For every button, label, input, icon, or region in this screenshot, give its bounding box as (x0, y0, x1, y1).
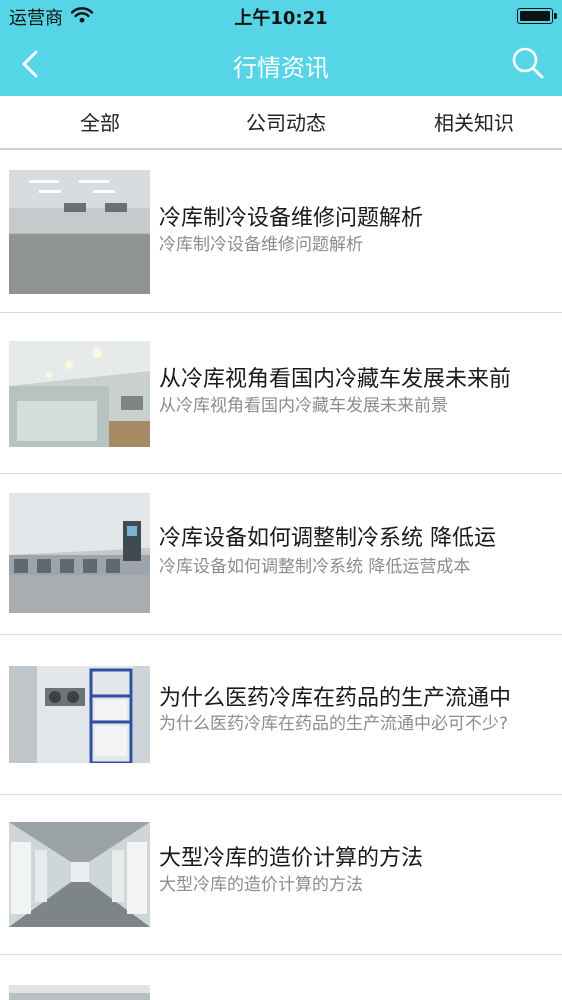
article-summary: 冷库制冷设备维修问题解析 (159, 235, 363, 255)
article-title: 冷库设备如何调整制冷系统 降低运 (159, 526, 496, 551)
page-title: 行情资讯 (233, 54, 329, 82)
article-summary: 为什么医药冷库在药品的生产流通中必可不少? (159, 714, 509, 734)
tab-related-knowledge[interactable]: 相关知识 (410, 96, 538, 148)
search-icon (512, 47, 544, 79)
tab-all[interactable]: 全部 (38, 96, 162, 148)
article-summary: 从冷库视角看国内冷藏车发展未来前景 (159, 396, 448, 416)
category-tabs: 全部 公司动态 相关知识 (0, 96, 562, 150)
article-thumbnail (9, 985, 150, 1000)
tab-company-news[interactable]: 公司动态 (224, 96, 348, 148)
status-bar: 运营商 上午10:21 (0, 0, 562, 33)
article-thumbnail (9, 493, 150, 613)
battery-icon (517, 8, 557, 24)
top-bar: 运营商 上午10:21 行情资讯 (0, 0, 562, 96)
article-item[interactable]: 从冷库视角看国内冷藏车发展未来前 从冷库视角看国内冷藏车发展未来前景 (0, 313, 562, 474)
article-item[interactable]: 为什么医药冷库在药品的生产流通中 为什么医药冷库在药品的生产流通中必可不少? (0, 635, 562, 795)
article-summary: 冷库设备如何调整制冷系统 降低运营成本 (159, 557, 471, 577)
article-thumbnail (9, 341, 150, 447)
article-title: 冷库制冷设备维修问题解析 (159, 206, 424, 231)
article-item[interactable]: 大型冷库的造价计算的方法 大型冷库的造价计算的方法 (0, 795, 562, 955)
article-thumbnail (9, 822, 150, 927)
article-thumbnail (9, 666, 150, 763)
article-title: 为什么医药冷库在药品的生产流通中 (159, 686, 512, 711)
article-thumbnail (9, 170, 150, 294)
clock: 上午10:21 (234, 8, 328, 29)
article-title: 大型冷库的造价计算的方法 (159, 846, 424, 871)
article-title: 从冷库视角看国内冷藏车发展未来前 (159, 367, 512, 392)
article-item[interactable] (0, 955, 562, 1000)
article-list: 冷库制冷设备维修问题解析 冷库制冷设备维修问题解析 从冷库视角看国内冷藏车发展未… (0, 150, 562, 1000)
search-button[interactable] (510, 45, 546, 81)
nav-bar: 行情资讯 (0, 33, 562, 96)
article-summary: 大型冷库的造价计算的方法 (159, 875, 363, 895)
article-item[interactable]: 冷库设备如何调整制冷系统 降低运 冷库设备如何调整制冷系统 降低运营成本 (0, 474, 562, 635)
article-item[interactable]: 冷库制冷设备维修问题解析 冷库制冷设备维修问题解析 (0, 150, 562, 313)
